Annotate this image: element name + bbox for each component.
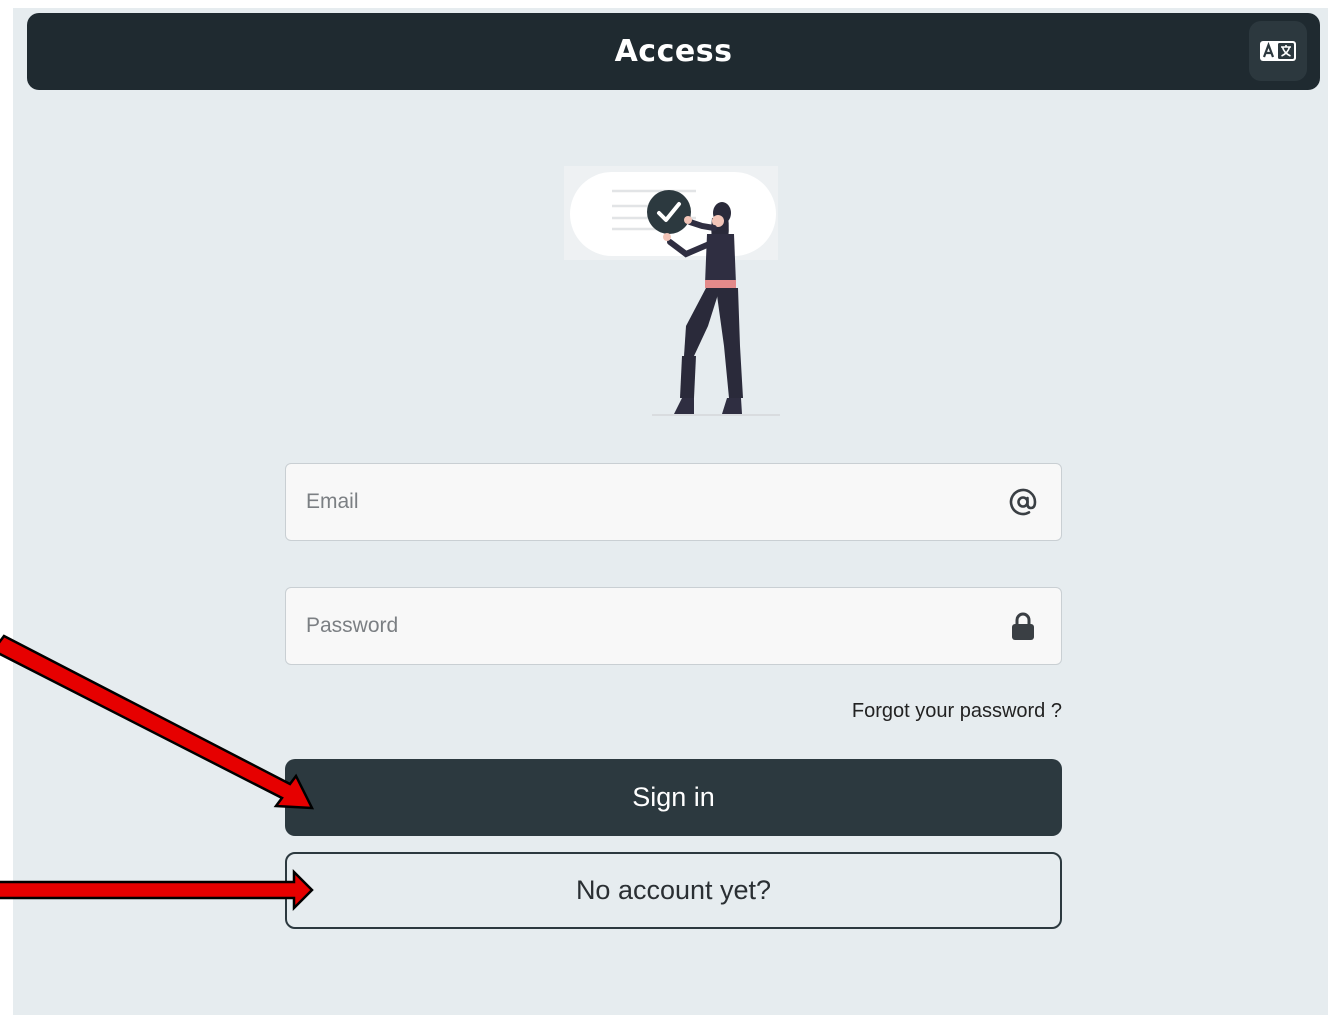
sign-in-button[interactable]: Sign in (285, 759, 1062, 836)
translate-icon (1260, 41, 1296, 61)
no-account-button[interactable]: No account yet? (285, 852, 1062, 929)
language-button[interactable] (1249, 21, 1307, 81)
at-icon (1007, 486, 1039, 518)
email-input[interactable] (286, 464, 1061, 540)
lock-icon (1007, 610, 1039, 642)
password-field[interactable] (285, 587, 1062, 665)
page-title: Access (614, 34, 733, 69)
person-checkmark-illustration (564, 166, 780, 418)
email-field[interactable] (285, 463, 1062, 541)
app-header: Access (27, 13, 1320, 90)
password-input[interactable] (286, 588, 1061, 664)
forgot-password-link[interactable]: Forgot your password ? (852, 700, 1062, 723)
